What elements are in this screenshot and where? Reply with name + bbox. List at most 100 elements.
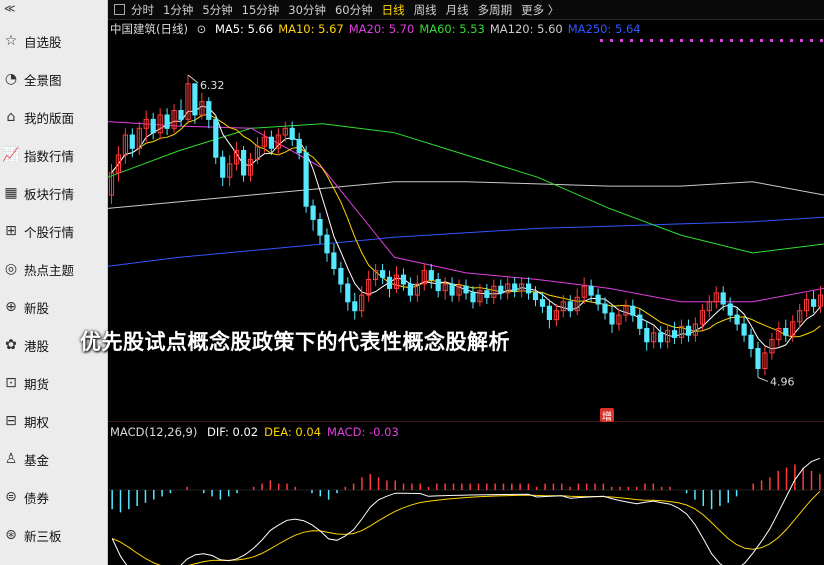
- candle-body: [512, 283, 518, 292]
- candle-body: [588, 285, 594, 296]
- ma-marker-dot: [630, 39, 633, 42]
- macd-legend: MACD(12,26,9) DIF: 0.02 DEA: 0.04 MACD: -0…: [110, 425, 822, 441]
- ma-marker-dot: [620, 39, 623, 42]
- tab-period-4[interactable]: 30分钟: [288, 2, 326, 18]
- ma-marker-dot: [760, 39, 763, 42]
- stock-name[interactable]: 中国建筑(日线): [110, 22, 188, 36]
- ma-line-MA120: [108, 181, 824, 209]
- tab-period-3[interactable]: 15分钟: [242, 2, 280, 18]
- candle-body: [484, 290, 490, 298]
- ma-marker-dot: [710, 39, 713, 42]
- candle-body: [741, 323, 747, 336]
- candle-body: [407, 283, 413, 296]
- tab-period-1[interactable]: 1分钟: [163, 2, 193, 18]
- candle-body: [296, 138, 302, 154]
- period-toolbar: 分时 1分钟 5分钟 15分钟 30分钟 60分钟 日线 周线 月线 多周期 更多 〉: [108, 0, 824, 20]
- ma-marker-dot: [780, 39, 783, 42]
- increase-badge: 增: [600, 408, 614, 423]
- bauhinia-icon: ✿: [5, 337, 17, 353]
- candle-body: [609, 312, 615, 325]
- tab-period-6[interactable]: 日线: [382, 2, 405, 18]
- dif-line: [111, 457, 820, 565]
- candle-body: [546, 305, 552, 321]
- dea-line: [112, 491, 821, 565]
- legend-ma-5: MA250: 5.64: [567, 22, 641, 36]
- candle-body: [658, 332, 664, 343]
- macd-label[interactable]: MACD(12,26,9): [110, 425, 197, 439]
- low-price-label: 4.96: [770, 375, 795, 388]
- sidebar-item-2[interactable]: ⌂ 我的版面: [0, 98, 107, 136]
- neeq-icon: ⊛: [5, 527, 17, 543]
- bond-icon: ⊜: [5, 489, 17, 505]
- sidebar-item-label: 新股: [24, 300, 50, 316]
- sidebar-item-6[interactable]: ◎ 热点主题: [0, 250, 107, 288]
- macd-value-2: MACD: -0.03: [327, 425, 399, 439]
- candle-body: [400, 274, 407, 285]
- macd-chart[interactable]: [108, 442, 824, 565]
- candle-body: [213, 118, 219, 158]
- collapse-sidebar-icon[interactable]: ≪: [4, 2, 16, 15]
- tab-period-0[interactable]: 分时: [131, 2, 154, 18]
- ma-marker-dot: [740, 39, 743, 42]
- sidebar-item-9[interactable]: ⊡ 期货: [0, 364, 107, 402]
- candle-body: [150, 118, 156, 134]
- new-stock-icon: ⊕: [5, 299, 17, 315]
- ma-marker-dot: [600, 39, 603, 42]
- legend-dropdown-icon[interactable]: ⊙: [197, 22, 207, 36]
- tab-period-8[interactable]: 月线: [446, 2, 469, 18]
- sidebar-item-4[interactable]: ▦ 板块行情: [0, 174, 107, 212]
- candle-body: [338, 267, 344, 285]
- ma-marker-dot: [690, 39, 693, 42]
- candle-body: [685, 325, 692, 336]
- low-pointer: [757, 376, 769, 382]
- candle-body: [644, 328, 650, 343]
- fund-icon: ♙: [4, 451, 18, 467]
- candle-body: [811, 299, 817, 307]
- candle-body: [748, 334, 754, 350]
- ma-marker-dot: [670, 39, 673, 42]
- panel-divider: [108, 421, 824, 422]
- ma-marker-dot: [640, 39, 643, 42]
- sidebar-item-1[interactable]: ◔ 全景图: [0, 60, 107, 98]
- sidebar-item-0[interactable]: ☆ 自选股: [0, 22, 107, 60]
- sidebar-item-label: 新三板: [24, 528, 62, 544]
- high-price-label: 6.32: [200, 79, 225, 92]
- home-icon: ⌂: [6, 109, 16, 125]
- sidebar-item-10[interactable]: ⊟ 期权: [0, 402, 107, 440]
- sidebar-item-5[interactable]: ⊞ 个股行情: [0, 212, 107, 250]
- candlestick-chart[interactable]: 6.32 4.96: [108, 38, 824, 421]
- candle-body: [637, 314, 643, 329]
- macd-value-1: DEA: 0.04: [264, 425, 322, 439]
- candle-body: [595, 294, 601, 305]
- tab-period-5[interactable]: 60分钟: [335, 2, 373, 18]
- sidebar-item-7[interactable]: ⊕ 新股: [0, 288, 107, 326]
- candle-body: [129, 134, 135, 149]
- ma-marker-dot: [800, 39, 803, 42]
- candle-body: [720, 292, 726, 305]
- candle-body: [428, 270, 434, 281]
- sidebar-item-13[interactable]: ⊛ 新三板: [0, 516, 107, 554]
- sidebar-item-11[interactable]: ♙ 基金: [0, 440, 107, 478]
- ma-marker-dot: [610, 39, 613, 42]
- sidebar-item-12[interactable]: ⊜ 债券: [0, 478, 107, 516]
- star-icon: ☆: [4, 33, 18, 49]
- candle-body: [602, 303, 608, 314]
- candle-body: [630, 305, 636, 316]
- toggle-square-icon[interactable]: [114, 4, 125, 15]
- candle-body: [303, 152, 309, 207]
- futures-chart-icon: ⊡: [5, 375, 17, 391]
- tab-period-9[interactable]: 多周期: [478, 2, 513, 18]
- sidebar: ≪ ☆ 自选股 ◔ 全景图 ⌂ 我的版面 📈 指数行情 ▦ 板块行情 ⊞ 个股行情 ◎ 热点主题 ⊕ 新股 ✿ 港…: [0, 0, 108, 565]
- sidebar-item-3[interactable]: 📈 指数行情: [0, 136, 107, 174]
- tab-period-2[interactable]: 5分钟: [202, 2, 232, 18]
- tab-period-7[interactable]: 周线: [414, 2, 437, 18]
- candle-body: [380, 270, 386, 278]
- candle-body: [206, 101, 212, 120]
- candle-body: [567, 301, 573, 312]
- ma-marker-dot: [770, 39, 773, 42]
- sidebar-item-label: 个股行情: [24, 224, 75, 240]
- ma-marker-dot: [700, 39, 703, 42]
- tab-period-10[interactable]: 更多 〉: [521, 2, 559, 18]
- sidebar-item-label: 我的版面: [24, 110, 75, 126]
- sidebar-item-label: 期权: [24, 414, 50, 430]
